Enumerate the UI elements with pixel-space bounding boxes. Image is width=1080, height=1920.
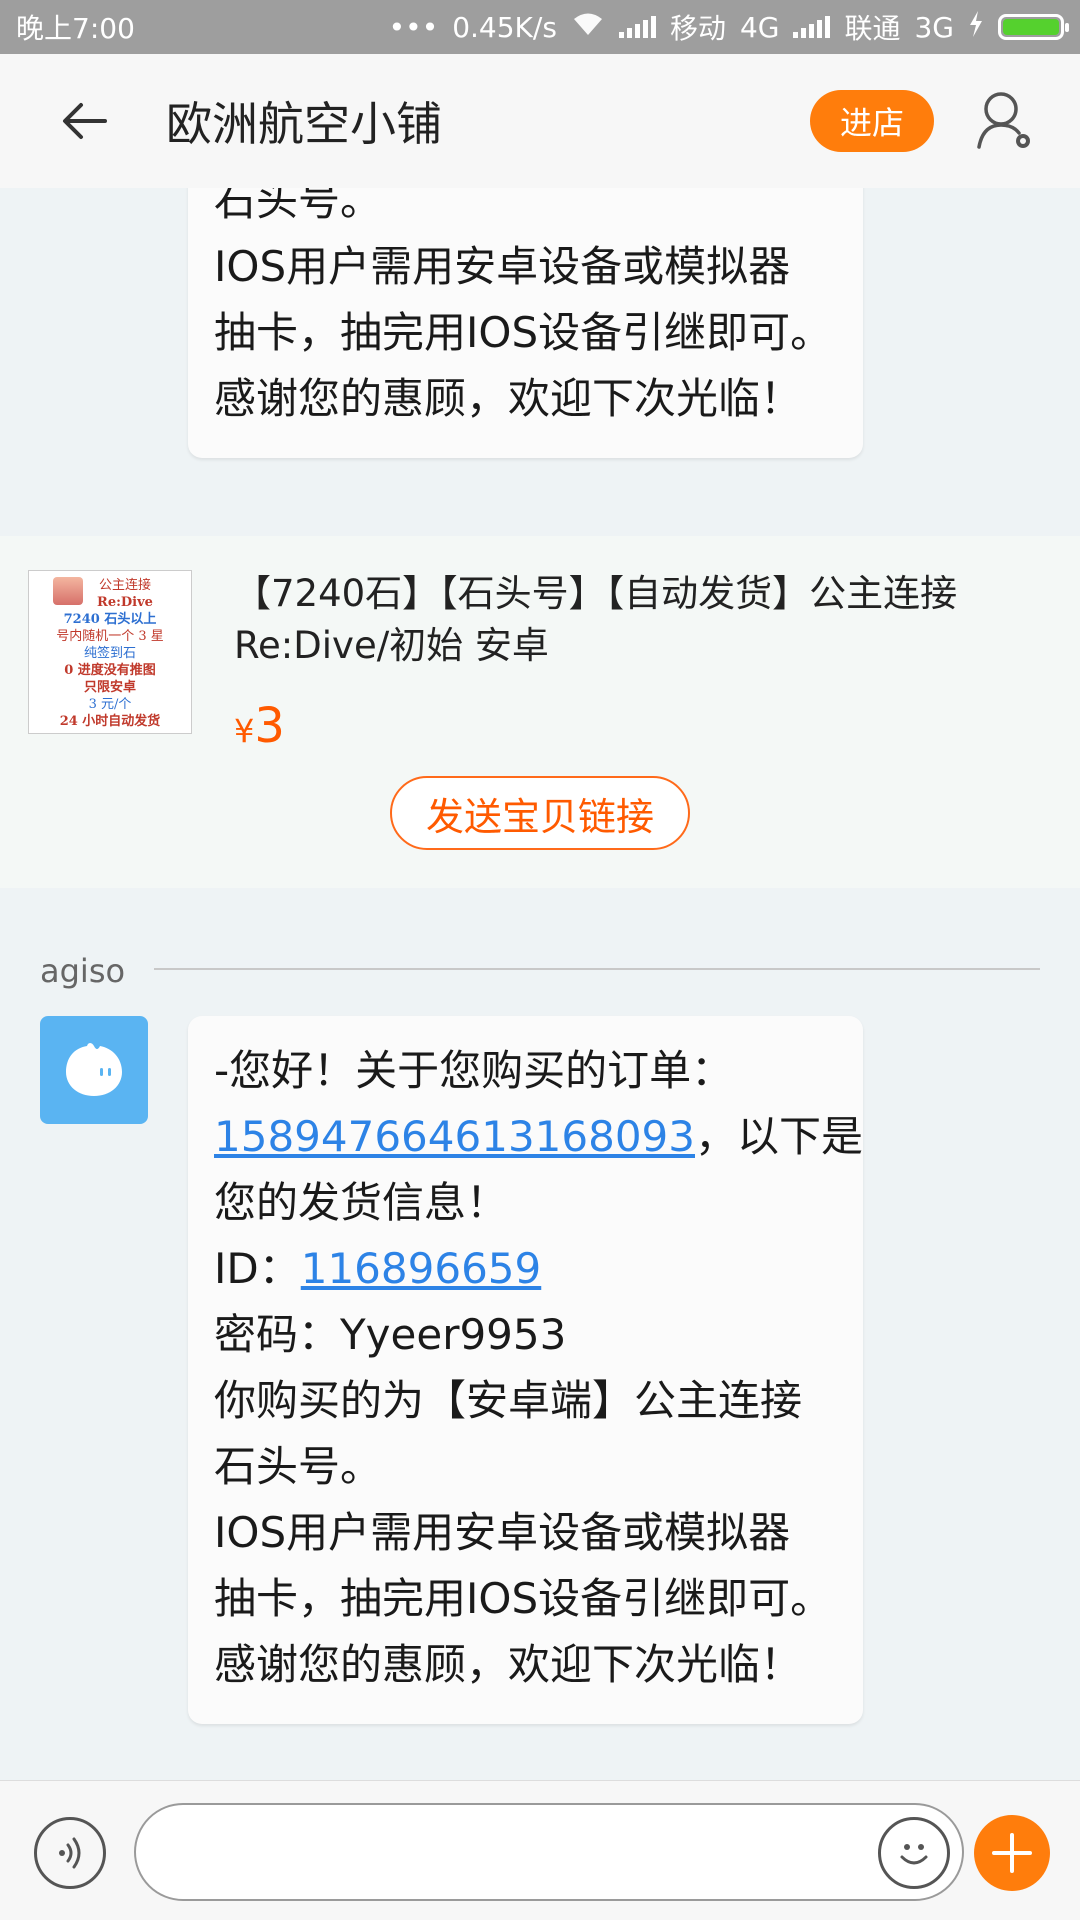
message-line: IOS用户需用安卓设备或模拟器 — [214, 1508, 791, 1557]
message-input[interactable] — [134, 1803, 964, 1901]
more-button[interactable] — [974, 1815, 1050, 1891]
voice-icon — [59, 1837, 81, 1869]
chat-header: 欧洲航空小铺 进店 — [0, 54, 1080, 188]
product-title-line: Re:Dive/初始 安卓 — [234, 624, 549, 667]
message-line: -您好！关于您购买的订单： — [214, 1046, 734, 1095]
chat-area[interactable]: 石头号。 IOS用户需用安卓设备或模拟器 抽卡，抽完用IOS设备引继即可。 感谢… — [0, 188, 1080, 1780]
emoji-button[interactable] — [878, 1817, 950, 1889]
signal-icon — [618, 16, 656, 38]
status-time: 晚上7:00 — [16, 12, 135, 45]
status-icons: ••• 0.45K/s 移动 4G 联通 3G — [388, 7, 1069, 47]
message-line: 石头号。 — [214, 188, 383, 225]
product-title[interactable]: 【7240石】【石头号】【自动发货】公主连接 Re:Dive/初始 安卓 — [234, 568, 1024, 672]
message-bubble: -您好！关于您购买的订单： 1589476646131680​93，以下是 您的… — [188, 1016, 863, 1724]
message-line: ID：116896659 — [214, 1236, 837, 1302]
message-line: 感谢您的惠顾，欢迎下次光临！ — [214, 1640, 803, 1689]
order-number-link[interactable]: 1589476646131680​93 — [214, 1112, 695, 1161]
divider — [154, 968, 1040, 970]
back-button[interactable] — [50, 86, 120, 156]
message-line: 抽卡，抽完用IOS设备引继即可。 — [214, 1574, 833, 1623]
account-id-link[interactable]: 116896659 — [301, 1244, 542, 1293]
enter-store-button[interactable]: 进店 — [810, 90, 934, 152]
message-line: 密码：Yyeer9953 — [214, 1310, 567, 1359]
message-line: 抽卡，抽完用IOS设备引继即可。 — [214, 308, 833, 357]
network-speed: 0.45K/s — [452, 10, 557, 44]
id-label: ID： — [214, 1244, 301, 1293]
user-settings-icon — [977, 92, 1030, 149]
product-price: ¥3 — [234, 698, 285, 754]
signal-icon-2 — [793, 16, 831, 38]
network-type-1: 4G — [739, 10, 780, 44]
message-line: 感谢您的惠顾，欢迎下次光临！ — [214, 374, 803, 423]
emoji-icon — [900, 1844, 928, 1865]
product-title-line: 【7240石】【石头号】【自动发货】公主连接 — [234, 572, 958, 615]
sender-name: agiso — [40, 952, 126, 990]
plus-icon — [992, 1833, 1032, 1873]
thumb-line: 号内随机一个 3 星 — [56, 629, 164, 644]
input-bar — [0, 1780, 1080, 1920]
wifi-icon — [571, 11, 605, 44]
message-line: 你购买的为【安卓端】公主连接 — [214, 1376, 803, 1425]
thumb-line: 0 进度没有推图 — [64, 663, 156, 678]
network-type-2: 3G — [914, 10, 954, 44]
bot-avatar-icon — [66, 1043, 122, 1096]
profile-button[interactable] — [970, 81, 1040, 161]
message-bubble-previous: 石头号。 IOS用户需用安卓设备或模拟器 抽卡，抽完用IOS设备引继即可。 感谢… — [188, 188, 863, 458]
send-product-link-button[interactable]: 发送宝贝链接 — [390, 776, 690, 850]
thumb-line: 3 元/个 — [88, 697, 132, 712]
battery-icon — [998, 14, 1069, 40]
thumb-line: 只限安卓 — [83, 680, 136, 695]
thumbnail-character-image — [53, 577, 83, 605]
price-value: 3 — [254, 698, 285, 754]
carrier-2: 联通 — [844, 12, 901, 45]
avatar[interactable] — [40, 1016, 148, 1124]
thumb-line: 7240 石头以上 — [63, 612, 157, 627]
page-title: 欧洲航空小铺 — [166, 97, 442, 151]
carrier-1: 移动 — [669, 12, 726, 45]
voice-button[interactable] — [34, 1817, 106, 1889]
charging-icon — [968, 10, 984, 44]
thumb-line: 纯签到石 — [83, 646, 136, 661]
message-line: 石头号。 — [214, 1442, 383, 1491]
currency-symbol: ¥ — [234, 712, 255, 750]
message-text: ，以下是 — [695, 1112, 864, 1161]
status-bar: 晚上7:00 ••• 0.45K/s 移动 4G 联通 3G — [0, 0, 1080, 54]
status-dots: ••• — [388, 10, 439, 44]
message-line: 您的发货信息！ — [214, 1178, 509, 1227]
product-thumbnail[interactable]: 公主连接 Re:Dive 7240 石头以上 号内随机一个 3 星 纯签到石 0… — [28, 570, 192, 734]
arrow-left-icon — [63, 103, 107, 139]
message-line: IOS用户需用安卓设备或模拟器 — [214, 242, 791, 291]
message-line: 1589476646131680​93，以下是 — [214, 1104, 863, 1170]
thumb-line: 24 小时自动发货 — [59, 714, 161, 729]
